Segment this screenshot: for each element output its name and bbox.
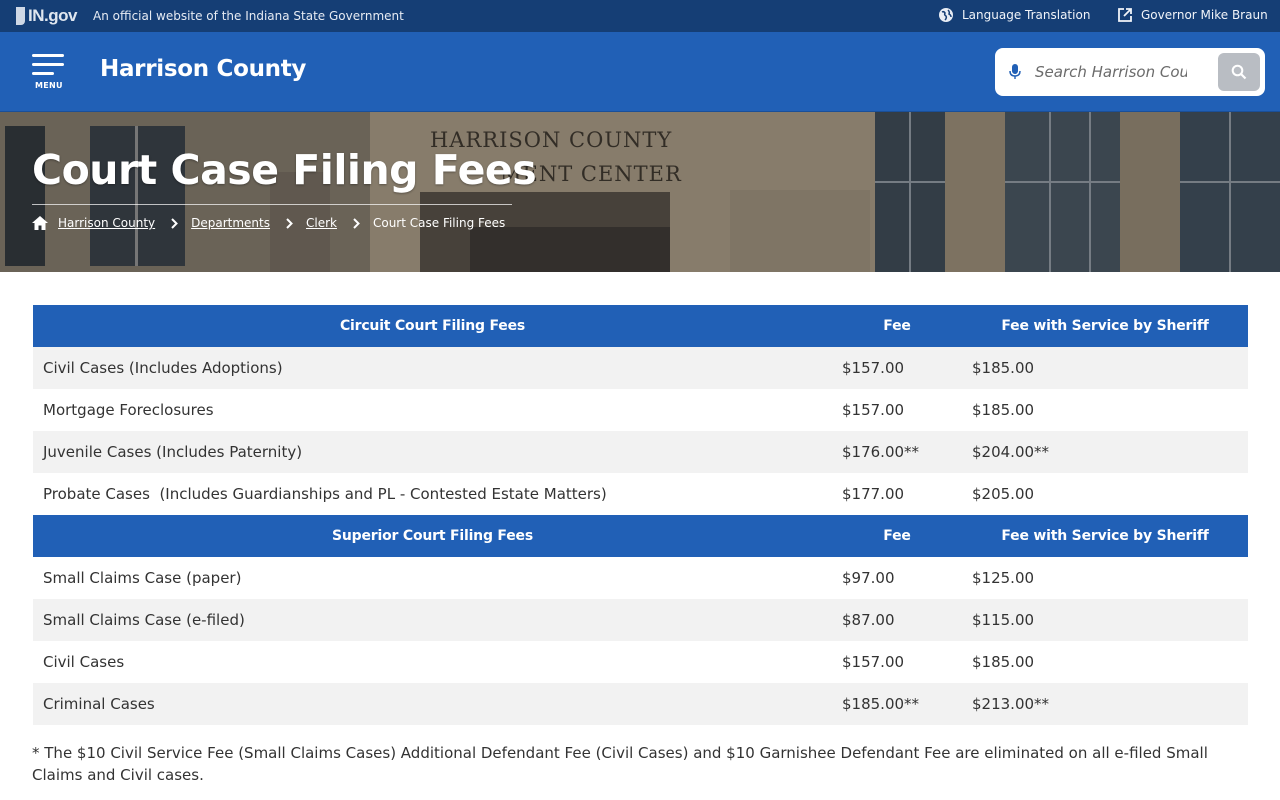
- table-cell: $205.00: [962, 473, 1248, 515]
- table-cell: Mortgage Foreclosures: [33, 389, 832, 431]
- table-cell: $176.00**: [832, 431, 962, 473]
- language-translation-label: Language Translation: [962, 8, 1091, 22]
- table-cell: Juvenile Cases (Includes Paternity): [33, 431, 832, 473]
- table-cell: $185.00: [962, 347, 1248, 389]
- table-row: Probate Cases (Includes Guardianships an…: [33, 473, 1248, 515]
- table-header-row: Circuit Court Filing Fees Fee Fee with S…: [33, 305, 1248, 347]
- column-header: Circuit Court Filing Fees: [33, 305, 832, 347]
- table-cell: $157.00: [832, 389, 962, 431]
- table-cell: Small Claims Case (paper): [33, 557, 832, 599]
- globe-icon: [939, 8, 953, 22]
- table-row: Small Claims Case (paper) $97.00 $125.00: [33, 557, 1248, 599]
- table-cell: $213.00**: [962, 683, 1248, 725]
- hamburger-icon: [32, 54, 64, 57]
- table-cell: $185.00: [962, 389, 1248, 431]
- governor-label: Governor Mike Braun: [1141, 8, 1268, 22]
- microphone-icon[interactable]: [1009, 63, 1021, 81]
- table-cell: $125.00: [962, 557, 1248, 599]
- search-input[interactable]: [1035, 60, 1187, 84]
- menu-label: MENU: [35, 81, 63, 90]
- column-header: Fee: [832, 305, 962, 347]
- search-icon: [1231, 64, 1247, 80]
- breadcrumb-clerk[interactable]: Clerk: [306, 216, 337, 230]
- chevron-right-icon: [171, 217, 179, 229]
- search-box: [995, 48, 1265, 96]
- language-translation-link[interactable]: Language Translation: [938, 7, 1090, 23]
- search-button[interactable]: [1218, 53, 1260, 91]
- table-cell: Criminal Cases: [33, 683, 832, 725]
- table-cell: $115.00: [962, 599, 1248, 641]
- table-cell: Probate Cases (Includes Guardianships an…: [33, 473, 832, 515]
- table-cell: $97.00: [832, 557, 962, 599]
- table-header-row: Superior Court Filing Fees Fee Fee with …: [33, 515, 1248, 557]
- column-header: Fee with Service by Sheriff: [962, 515, 1248, 557]
- chevron-right-icon: [353, 217, 360, 229]
- breadcrumb-harrison-county[interactable]: Harrison County: [58, 216, 155, 230]
- in-gov-logo-text: IN.gov: [28, 6, 77, 25]
- table-cell: Civil Cases (Includes Adoptions): [33, 347, 832, 389]
- hamburger-icon-bar: [32, 72, 54, 75]
- table-cell: $204.00**: [962, 431, 1248, 473]
- hamburger-icon-bar: [32, 63, 64, 66]
- breadcrumb: Harrison County Departments Clerk Court …: [32, 216, 505, 230]
- table-row: Mortgage Foreclosures $157.00 $185.00: [33, 389, 1248, 431]
- table-row: Civil Cases $157.00 $185.00: [33, 641, 1248, 683]
- menu-button[interactable]: MENU: [32, 54, 66, 92]
- state-bar: IN.gov An official website of the Indian…: [0, 0, 1280, 32]
- column-header: Fee with Service by Sheriff: [962, 305, 1248, 347]
- table-cell: $185.00: [962, 641, 1248, 683]
- table-cell: $185.00**: [832, 683, 962, 725]
- page-title: Court Case Filing Fees: [32, 146, 537, 194]
- title-divider: [32, 204, 512, 205]
- breadcrumb-departments[interactable]: Departments: [191, 216, 270, 230]
- official-website-notice: An official website of the Indiana State…: [93, 9, 404, 23]
- table-row: Civil Cases (Includes Adoptions) $157.00…: [33, 347, 1248, 389]
- chevron-right-icon: [286, 217, 293, 229]
- column-header: Superior Court Filing Fees: [33, 515, 832, 557]
- table-cell: $177.00: [832, 473, 962, 515]
- filing-fees-table: Circuit Court Filing Fees Fee Fee with S…: [33, 305, 1248, 725]
- table-cell: $157.00: [832, 641, 962, 683]
- table-cell: $87.00: [832, 599, 962, 641]
- home-icon[interactable]: [32, 216, 48, 230]
- table-cell: Civil Cases: [33, 641, 832, 683]
- external-link-icon: [1118, 8, 1132, 22]
- footnote: * The $10 Civil Service Fee (Small Claim…: [32, 744, 1208, 784]
- indiana-state-icon: [16, 7, 25, 25]
- table-row: Juvenile Cases (Includes Paternity) $176…: [33, 431, 1248, 473]
- table-cell: $157.00: [832, 347, 962, 389]
- in-gov-logo[interactable]: IN.gov: [16, 6, 77, 26]
- table-row: Criminal Cases $185.00** $213.00**: [33, 683, 1248, 725]
- governor-link[interactable]: Governor Mike Braun: [1117, 7, 1268, 23]
- site-title[interactable]: Harrison County: [100, 56, 306, 82]
- table-cell: Small Claims Case (e-filed): [33, 599, 832, 641]
- column-header: Fee: [832, 515, 962, 557]
- table-row: Small Claims Case (e-filed) $87.00 $115.…: [33, 599, 1248, 641]
- site-header: MENU Harrison County: [0, 32, 1280, 112]
- breadcrumb-current: Court Case Filing Fees: [372, 216, 506, 230]
